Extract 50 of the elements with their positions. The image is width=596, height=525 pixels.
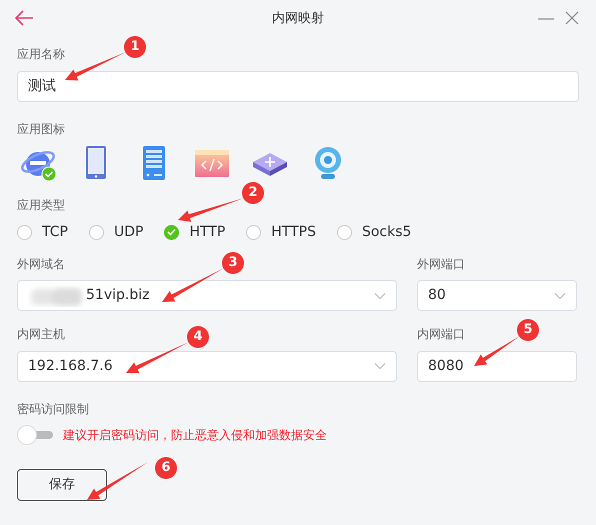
host-select[interactable]: 192.168.7.6 bbox=[17, 350, 397, 382]
field-label: 内网主机 bbox=[17, 326, 65, 343]
toggle-switch[interactable] bbox=[17, 425, 53, 445]
field-label: 应用图标 bbox=[17, 120, 65, 138]
port-select[interactable]: 80 bbox=[417, 280, 577, 311]
radio-button[interactable] bbox=[164, 224, 180, 240]
annotation-number: 2 bbox=[242, 182, 264, 204]
radio-button[interactable] bbox=[246, 224, 262, 240]
annotation-arrow bbox=[87, 462, 148, 500]
radio-option[interactable]: Socks5 bbox=[336, 222, 412, 242]
radio-button[interactable] bbox=[336, 224, 352, 240]
radio-option[interactable]: TCP bbox=[17, 222, 68, 242]
radio-option[interactable]: HTTPS bbox=[246, 222, 316, 242]
annotation-number: 3 bbox=[222, 252, 244, 274]
chevron-down-icon bbox=[374, 292, 386, 300]
radio-option[interactable]: UDP bbox=[88, 222, 144, 242]
back-icon[interactable] bbox=[14, 10, 34, 26]
radio-button[interactable] bbox=[88, 224, 104, 240]
save-button[interactable]: 保存 bbox=[17, 469, 107, 501]
field-label: 密码访问限制 bbox=[17, 400, 89, 418]
annotation-number: 4 bbox=[187, 326, 209, 348]
annotation-number: 6 bbox=[155, 457, 177, 479]
annotation-arrow bbox=[162, 268, 224, 302]
name-input[interactable]: 测试 bbox=[17, 70, 579, 102]
annotation-number: 1 bbox=[124, 36, 146, 58]
chevron-down-icon bbox=[374, 362, 386, 370]
port-input[interactable]: 8080 bbox=[417, 350, 577, 382]
radio-label: HTTP bbox=[189, 222, 226, 242]
radio-label: Socks5 bbox=[362, 222, 412, 242]
field-label: 外网域名 bbox=[17, 256, 65, 272]
close-icon[interactable] bbox=[565, 11, 579, 25]
radio-option[interactable]: HTTP bbox=[164, 222, 226, 242]
window-title: 内网映射 bbox=[272, 10, 324, 28]
radio-label: UDP bbox=[114, 222, 144, 242]
annotation-number: 5 bbox=[517, 319, 539, 341]
warning-text: 建议开启密码访问，防止恶意入侵和加强数据安全 bbox=[63, 427, 327, 444]
field-label: 应用类型 bbox=[17, 197, 65, 214]
annotation-arrow bbox=[474, 336, 520, 366]
annotation-arrow bbox=[126, 342, 189, 374]
radio-label: TCP bbox=[42, 222, 68, 242]
field-label: 应用名称 bbox=[17, 46, 65, 63]
annotation-arrow bbox=[178, 198, 244, 222]
field-label: 外网端口 bbox=[417, 256, 465, 272]
annotation-arrow bbox=[65, 52, 126, 80]
chevron-down-icon bbox=[554, 292, 566, 300]
radio-label: HTTPS bbox=[271, 222, 316, 242]
domain-select[interactable]: 51vip.biz bbox=[17, 280, 397, 311]
radio-button[interactable] bbox=[17, 224, 32, 240]
check-icon bbox=[167, 228, 176, 236]
field-label: 内网端口 bbox=[417, 326, 465, 343]
